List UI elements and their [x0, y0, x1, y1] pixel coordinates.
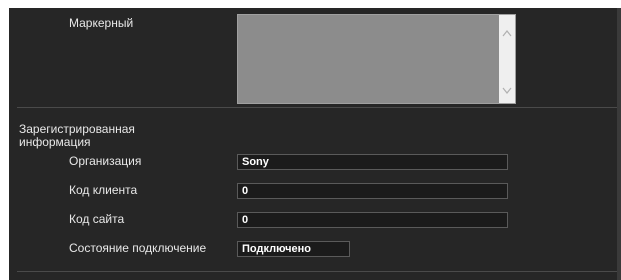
- client-code-label: Код клиента: [69, 183, 138, 197]
- bottom-divider: [17, 271, 617, 272]
- section-title: Зарегистрированная информация: [19, 122, 135, 149]
- chevron-down-icon[interactable]: [502, 87, 512, 97]
- settings-panel: Маркерный Зарегистрированная информация …: [9, 8, 621, 280]
- connection-status-label: Состояние подключение: [69, 241, 207, 255]
- marker-textarea[interactable]: [237, 14, 516, 104]
- section-divider: [17, 107, 617, 108]
- panel-scrollbar[interactable]: [617, 8, 621, 280]
- site-code-field[interactable]: 0: [237, 212, 508, 228]
- organization-field[interactable]: Sony: [237, 154, 508, 170]
- chevron-up-icon[interactable]: [502, 29, 512, 39]
- site-code-label: Код сайта: [69, 212, 125, 226]
- textarea-scrollbar[interactable]: [499, 15, 515, 103]
- marker-label: Маркерный: [69, 16, 134, 30]
- connection-status-field: Подключено: [237, 241, 350, 257]
- organization-label: Организация: [69, 154, 142, 168]
- client-code-field[interactable]: 0: [237, 183, 508, 199]
